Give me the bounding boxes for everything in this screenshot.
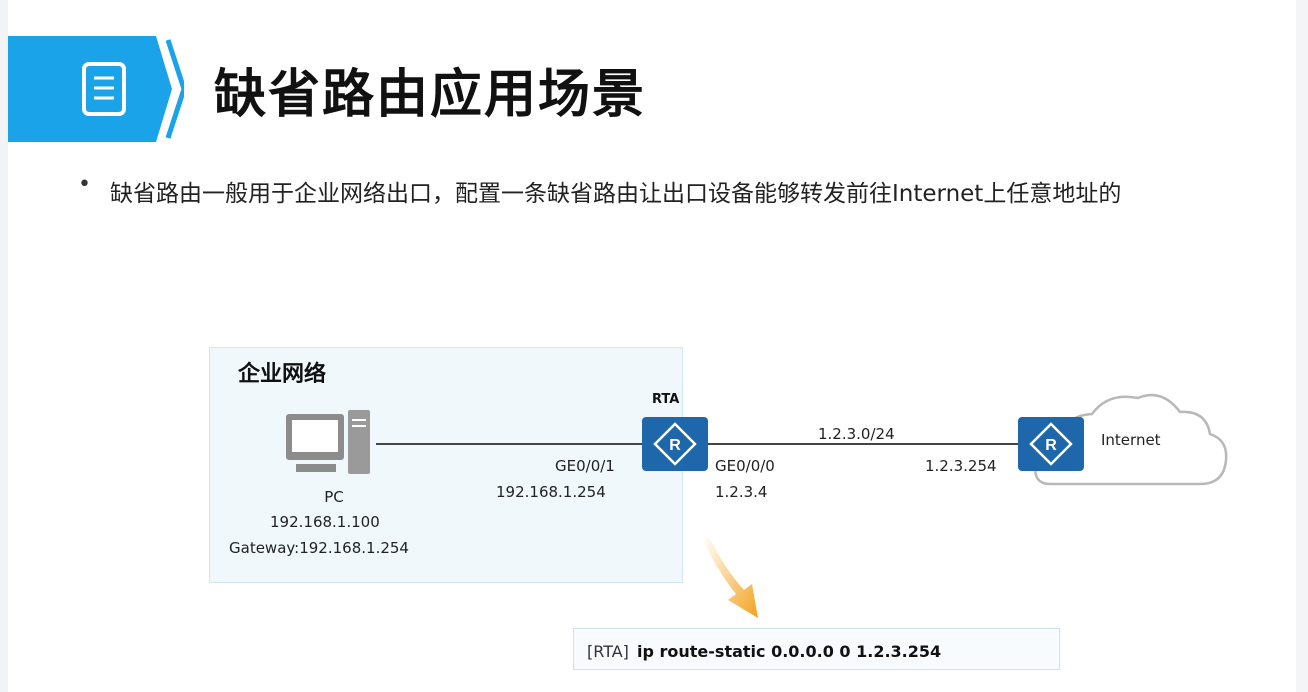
document-icon	[8, 36, 184, 142]
cloud-label: Internet	[1101, 431, 1161, 449]
right-edge	[1296, 0, 1308, 692]
router-icon: R	[653, 422, 697, 466]
command-text: ip route-static 0.0.0.0 0 1.2.3.254	[637, 642, 942, 661]
router-rta: R	[642, 417, 708, 471]
svg-text:R: R	[669, 437, 681, 454]
arrow-down-icon	[692, 538, 772, 628]
page-title: 缺省路由应用场景	[214, 65, 647, 125]
wan-link	[708, 443, 1018, 445]
command-prefix: [RTA]	[587, 642, 629, 661]
intro-text: 缺省路由一般用于企业网络出口，配置一条缺省路由让出口设备能够转发前往Intern…	[110, 181, 1122, 207]
pc-icon	[286, 410, 376, 480]
router-isp: R	[1018, 417, 1084, 471]
pc-ip: 192.168.1.100	[270, 513, 380, 531]
zone-label: 企业网络	[238, 362, 327, 387]
router-icon: R	[1029, 422, 1073, 466]
bullet-dot: •	[78, 172, 91, 197]
left-edge	[0, 0, 8, 692]
rta-left-interface: GE0/0/1	[555, 457, 615, 475]
svg-text:R: R	[1045, 437, 1057, 454]
lan-link	[376, 443, 642, 445]
rta-label: RTA	[652, 392, 680, 407]
title-banner	[8, 36, 184, 142]
rta-right-ip: 1.2.3.4	[715, 483, 768, 501]
rta-right-interface: GE0/0/0	[715, 457, 775, 475]
wan-subnet: 1.2.3.0/24	[818, 425, 895, 443]
isp-ip: 1.2.3.254	[925, 457, 997, 475]
pc-name: PC	[324, 488, 344, 506]
pc-gateway: Gateway:192.168.1.254	[229, 539, 409, 557]
rta-left-ip: 192.168.1.254	[496, 483, 606, 501]
